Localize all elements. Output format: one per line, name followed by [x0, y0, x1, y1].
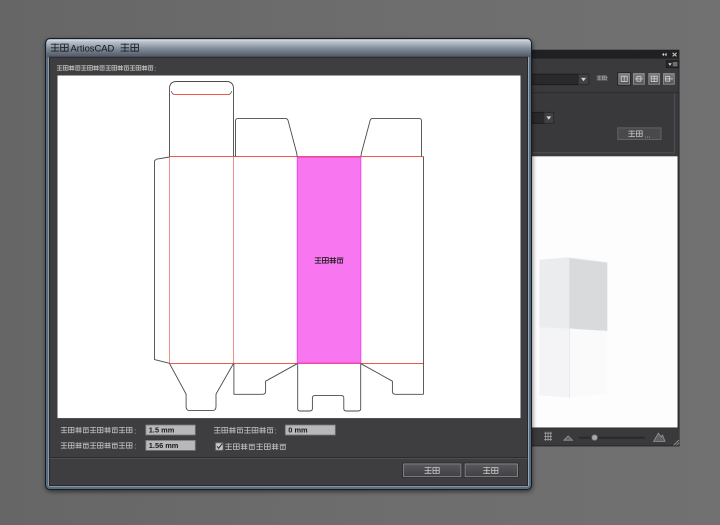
svg-text:1.5 mm: 1.5 mm: [149, 426, 175, 435]
svg-text:ArtiosCAD: ArtiosCAD: [71, 42, 115, 53]
svg-text::: :: [154, 66, 156, 73]
svg-text::: :: [275, 426, 277, 435]
svg-text:1.56 mm: 1.56 mm: [149, 441, 179, 450]
svg-text:...: ...: [645, 130, 651, 139]
svg-text::: :: [134, 426, 136, 435]
svg-text:0 mm: 0 mm: [288, 426, 308, 435]
svg-text::: :: [134, 442, 136, 451]
